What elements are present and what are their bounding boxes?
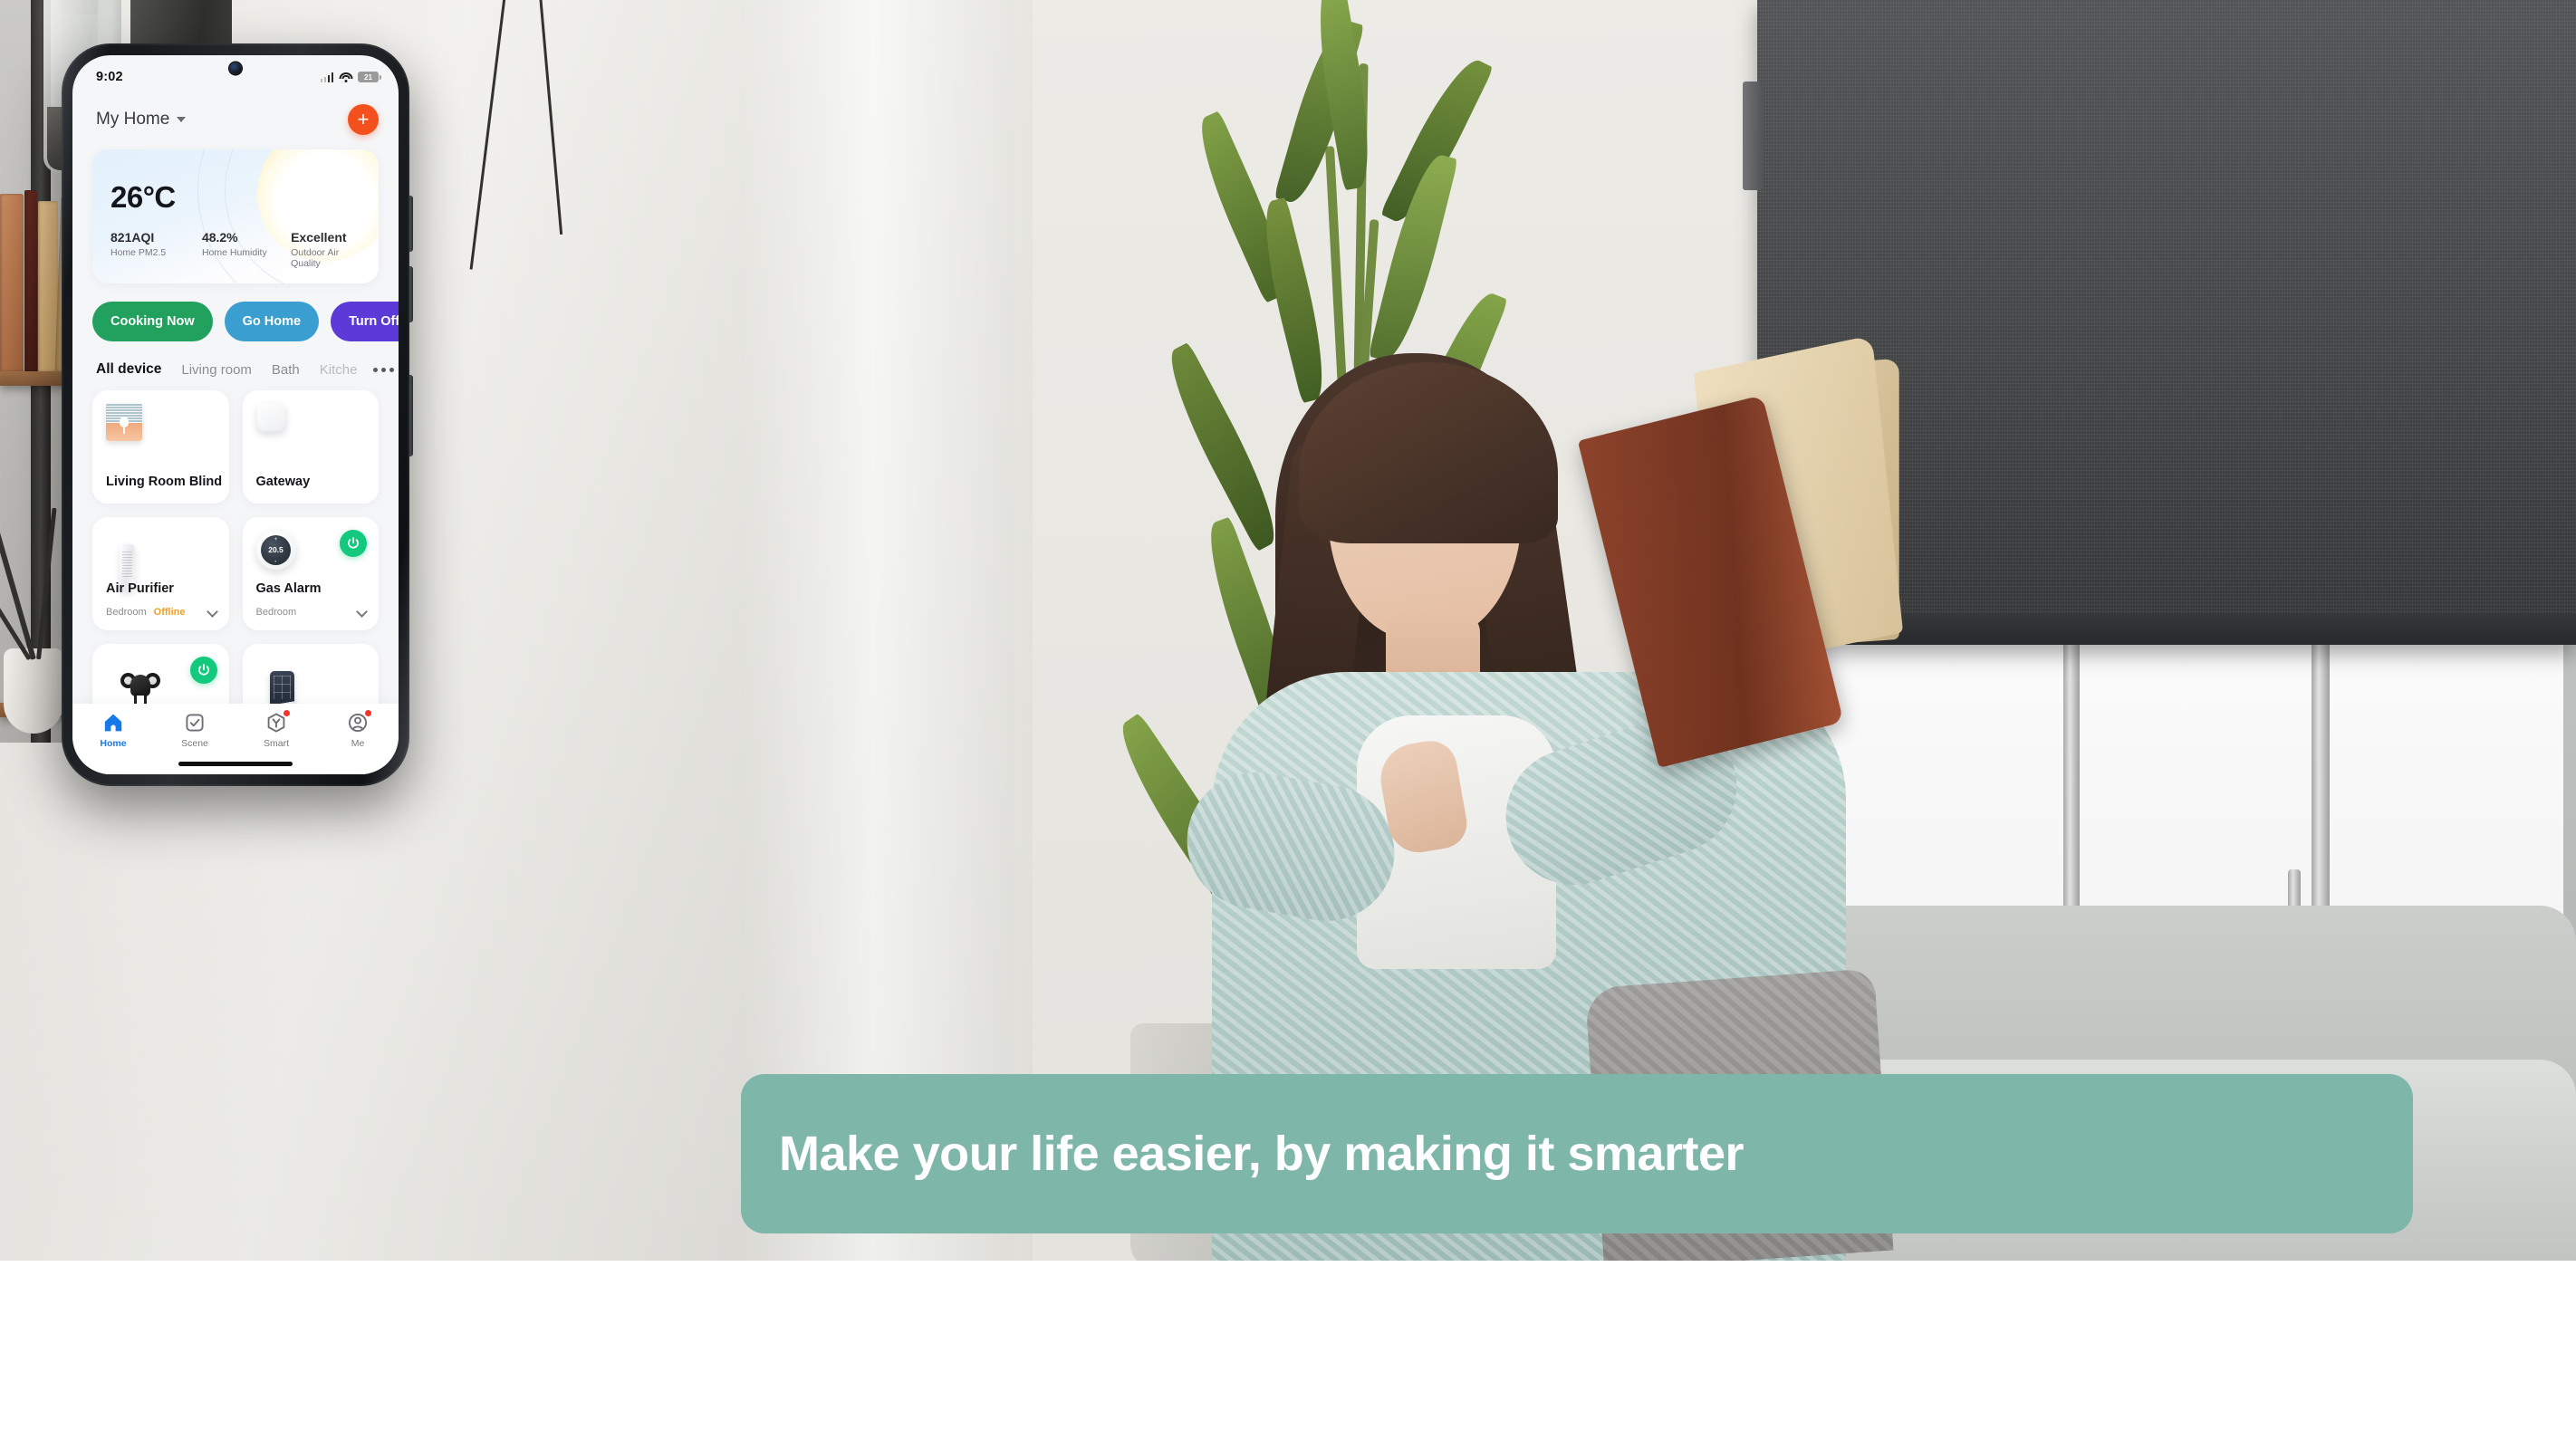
phone-screen: 9:02 21 My Home + 26°C 821AQI Home PM2.5…	[72, 55, 399, 774]
tab-bath[interactable]: Bath	[272, 362, 300, 378]
scene-button-turn-off-all-lights[interactable]: Turn Off All Li	[331, 302, 399, 341]
scene-label: Cooking Now	[111, 314, 195, 329]
device-meta: Bedroom	[256, 607, 297, 618]
chevron-down-icon	[177, 117, 187, 122]
nav-label: Scene	[181, 738, 208, 749]
home-selector[interactable]: My Home	[96, 110, 187, 130]
power-toggle-button[interactable]	[340, 530, 367, 557]
thermostat-icon: 20.5	[255, 530, 296, 570]
wall-shading	[743, 0, 1033, 1261]
scene-label: Go Home	[242, 314, 302, 329]
weather-card[interactable]: 26°C 821AQI Home PM2.5 48.2% Home Humidi…	[92, 149, 379, 283]
tab-living-room[interactable]: Living room	[181, 362, 252, 378]
book	[0, 194, 24, 371]
device-name: Air Purifier	[106, 581, 174, 596]
stat-value: 821AQI	[111, 230, 155, 245]
device-card-air-purifier[interactable]: Air Purifier Bedroom Offline	[92, 517, 229, 630]
device-card-gas-alarm[interactable]: 20.5 Gas Alarm Bedroom	[242, 517, 379, 630]
nav-label: Home	[100, 738, 127, 749]
tagline-text: Make your life easier, by making it smar…	[779, 1127, 1745, 1181]
status-badge: Offline	[153, 607, 186, 618]
room-tabs: All device Living room Bath Kitche	[72, 361, 399, 378]
stat-label: Home Humidity	[201, 247, 267, 258]
thermostat-value: 20.5	[261, 534, 291, 565]
device-name: Gateway	[255, 475, 311, 489]
scene-label: Turn Off All Li	[349, 314, 399, 329]
plus-icon: +	[357, 108, 370, 130]
stat-label: Outdoor Air Quality	[291, 247, 340, 269]
wifi-icon	[339, 72, 352, 82]
profile-icon	[347, 709, 372, 734]
tab-all-device[interactable]: All device	[96, 361, 161, 378]
weather-stat-humidity: 48.2% Home Humidity	[202, 230, 291, 269]
power-icon	[348, 537, 359, 549]
front-camera-icon	[229, 62, 242, 74]
chevron-down-icon[interactable]	[206, 606, 218, 618]
status-indicators: 21	[320, 72, 381, 82]
weather-stat-outdoor-air: Excellent Outdoor Air Quality	[291, 230, 366, 269]
jar-neck	[60, 0, 98, 14]
temperature-value: 26°C	[111, 180, 176, 214]
scene-shortcuts: Cooking Now Go Home Turn Off All Li	[92, 302, 399, 341]
stat-value: 48.2%	[201, 230, 238, 245]
book	[24, 190, 37, 371]
app-header: My Home +	[72, 91, 399, 144]
smart-automation-icon	[265, 709, 291, 734]
stat-value: Excellent	[291, 230, 347, 245]
scene-button-cooking-now[interactable]: Cooking Now	[92, 302, 213, 341]
chevron-down-icon[interactable]	[356, 606, 368, 618]
device-card-gateway[interactable]: Gateway	[242, 390, 379, 504]
vase	[4, 648, 63, 734]
weather-stats: 821AQI Home PM2.5 48.2% Home Humidity Ex…	[111, 230, 366, 269]
gateway-hub-icon	[255, 403, 286, 433]
device-card-living-room-blind[interactable]: Living Room Blind	[92, 390, 229, 504]
home-indicator-bar[interactable]	[178, 762, 293, 766]
nav-item-scene[interactable]: Scene	[154, 712, 235, 749]
device-name: Gas Alarm	[255, 581, 322, 596]
nav-item-smart[interactable]: Smart	[235, 709, 317, 749]
tab-kitchen[interactable]: Kitche	[320, 362, 358, 378]
power-toggle-button[interactable]	[189, 657, 217, 684]
scene-button-go-home[interactable]: Go Home	[224, 302, 320, 341]
nav-item-home[interactable]: Home	[72, 712, 154, 749]
more-horizontal-icon[interactable]	[373, 367, 395, 372]
status-time: 9:02	[96, 70, 123, 84]
nav-item-me[interactable]: Me	[317, 709, 399, 749]
home-name-label: My Home	[96, 110, 170, 129]
power-icon	[197, 664, 209, 676]
notification-badge	[283, 709, 291, 717]
add-device-button[interactable]: +	[348, 104, 379, 135]
device-meta: Bedroom Offline	[106, 607, 185, 618]
cellular-signal-icon	[320, 72, 333, 82]
device-room: Bedroom	[106, 607, 147, 618]
phone-volume-down-button[interactable]	[409, 266, 413, 322]
device-room: Bedroom	[255, 607, 297, 618]
phone-power-button[interactable]	[409, 375, 413, 456]
nav-label: Me	[351, 738, 365, 749]
weather-stat-pm25: 821AQI Home PM2.5	[111, 230, 202, 269]
device-grid: Living Room Blind Gateway Air Purifier B…	[92, 390, 379, 757]
phone-mockup: 9:02 21 My Home + 26°C 821AQI Home PM2.5…	[62, 43, 413, 786]
window-blind-icon	[106, 403, 142, 441]
phone-volume-up-button[interactable]	[409, 196, 413, 252]
scene-checkbox-icon	[184, 712, 206, 734]
stat-label: Home PM2.5	[111, 247, 167, 258]
blind-bracket	[1743, 82, 1763, 190]
device-name: Living Room Blind	[106, 475, 223, 489]
battery-level-text: 21	[364, 72, 372, 82]
home-icon	[102, 712, 124, 734]
notification-badge	[364, 709, 372, 717]
nav-label: Smart	[263, 738, 289, 749]
tagline-banner: Make your life easier, by making it smar…	[741, 1074, 2413, 1233]
battery-icon: 21	[358, 72, 381, 82]
